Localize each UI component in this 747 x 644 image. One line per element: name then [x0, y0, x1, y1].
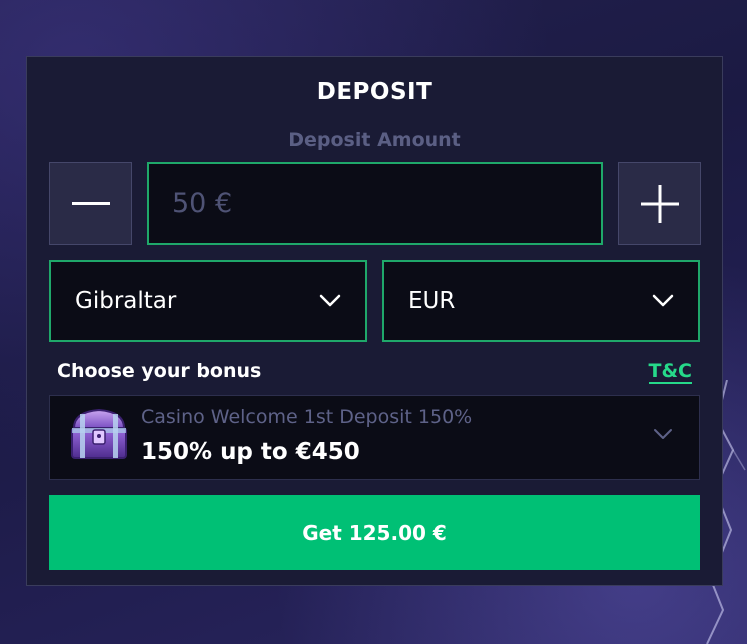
deposit-amount-input[interactable]	[147, 162, 603, 245]
increase-amount-button[interactable]	[618, 162, 701, 245]
get-bonus-button[interactable]: Get 125.00 €	[49, 495, 700, 570]
currency-select[interactable]: EUR	[382, 260, 700, 342]
decrease-amount-button[interactable]	[49, 162, 132, 245]
plus-icon	[640, 184, 679, 223]
bonus-name: Casino Welcome 1st Deposit 150%	[141, 406, 473, 428]
country-select-value: Gibraltar	[75, 288, 177, 314]
chevron-down-icon	[319, 294, 341, 307]
country-select[interactable]: Gibraltar	[49, 260, 367, 342]
terms-link[interactable]: T&C	[648, 360, 692, 384]
page-title: DEPOSIT	[316, 79, 433, 105]
currency-select-value: EUR	[408, 288, 456, 314]
bonus-select[interactable]: Casino Welcome 1st Deposit 150% 150% up …	[49, 395, 700, 480]
treasure-chest-icon	[71, 408, 127, 459]
chevron-down-icon	[652, 294, 674, 307]
minus-icon	[71, 201, 110, 205]
bonus-section-label: Choose your bonus	[57, 360, 262, 382]
bonus-value: 150% up to €450	[141, 439, 360, 465]
deposit-amount-label: Deposit Amount	[288, 129, 461, 151]
deposit-panel: DEPOSIT Deposit Amount Gibraltar EUR Cho…	[26, 56, 723, 586]
chevron-down-icon	[654, 429, 672, 439]
